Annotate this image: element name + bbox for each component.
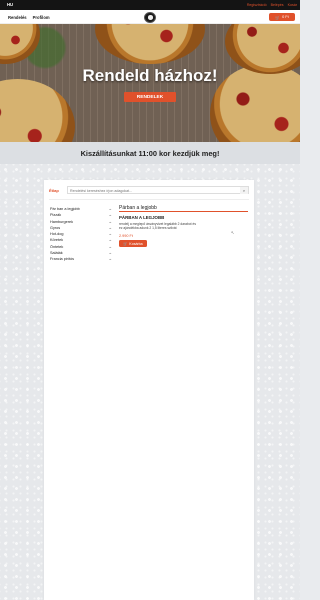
top-bar: HU Regisztráció Belépés Kosár bbox=[0, 0, 300, 10]
nav-item-order[interactable]: Rendelés bbox=[8, 15, 27, 20]
category-item[interactable]: Francia pirítós → bbox=[50, 257, 112, 263]
divider bbox=[49, 199, 249, 200]
account-links: Regisztráció Belépés Kosár bbox=[247, 3, 297, 7]
register-link[interactable]: Regisztráció bbox=[247, 3, 267, 7]
hero-title: Rendeld házhoz! bbox=[82, 66, 218, 85]
category-label: Pizzák bbox=[50, 213, 62, 218]
section-underline bbox=[119, 211, 248, 212]
arrow-right-icon: → bbox=[108, 244, 112, 249]
order-now-button[interactable]: RENDELEK bbox=[124, 92, 176, 102]
arrow-right-icon: → bbox=[108, 257, 112, 262]
delivery-banner: Kiszállításunkat 11:00 kor kezdjük meg! bbox=[0, 142, 300, 164]
category-label: Öntetek bbox=[50, 244, 64, 249]
search-icon[interactable]: ⌕ bbox=[240, 187, 248, 194]
search-box: ⌕ bbox=[67, 186, 249, 194]
category-label: Hot-dog bbox=[50, 232, 64, 237]
arrow-right-icon: → bbox=[108, 232, 112, 237]
arrow-right-icon: → bbox=[108, 238, 112, 243]
category-label: Francia pirítós bbox=[50, 257, 75, 262]
cart-link[interactable]: Kosár bbox=[288, 3, 297, 7]
cart-icon: 🛒 bbox=[123, 241, 128, 246]
category-label: Gyros bbox=[50, 225, 61, 230]
language-selector[interactable]: HU bbox=[7, 2, 13, 7]
login-link[interactable]: Belépés bbox=[271, 3, 284, 7]
arrow-right-icon: → bbox=[108, 207, 112, 211]
arrow-right-icon: → bbox=[108, 225, 112, 230]
product-name: PÁRBAN A LEGJOBB bbox=[119, 215, 165, 220]
cart-icon: 🛒 bbox=[275, 15, 281, 20]
arrow-right-icon: → bbox=[108, 251, 112, 256]
category-list: Pár ban a legjobb → Pizzák → Hamburgerek → … bbox=[50, 207, 112, 264]
product-price: 2.990 Ft bbox=[119, 234, 133, 238]
nav-item-profile[interactable]: Profilom bbox=[33, 15, 50, 20]
delivery-message: Kiszállításunkat 11:00 kor kezdjük meg! bbox=[80, 148, 220, 158]
search-input[interactable] bbox=[70, 188, 240, 194]
arrow-right-icon: → bbox=[108, 219, 112, 224]
add-to-cart-label: Kosárba bbox=[129, 241, 143, 246]
category-label: Köretek bbox=[50, 238, 64, 243]
cart-total: 0 Ft bbox=[282, 15, 289, 19]
category-label: Hamburgerek bbox=[50, 219, 74, 224]
logo[interactable] bbox=[144, 11, 156, 23]
category-label: Saláták bbox=[50, 251, 63, 256]
menu-panel: Étlap ⌕ Pár ban a legjobb → Pizzák → Hambu… bbox=[44, 180, 254, 600]
hero-banner: Rendeld házhoz! RENDELEK bbox=[0, 24, 300, 142]
menu-label: Étlap bbox=[49, 188, 59, 193]
main-nav: Rendelés Profilom 🛒 0 Ft bbox=[0, 10, 300, 24]
arrow-right-icon: → bbox=[108, 213, 112, 218]
mouse-cursor-icon: ↖ bbox=[231, 230, 235, 235]
add-to-cart-button[interactable]: 🛒 Kosárba bbox=[119, 240, 147, 247]
nav-links: Rendelés Profilom bbox=[8, 15, 50, 20]
product-description: rendelj a meglepő ásványvizet legalább 2… bbox=[119, 222, 196, 231]
cart-button[interactable]: 🛒 0 Ft bbox=[269, 13, 295, 21]
category-label: Pár ban a legjobb bbox=[50, 207, 80, 211]
menu-search-row: Étlap ⌕ bbox=[49, 186, 249, 194]
